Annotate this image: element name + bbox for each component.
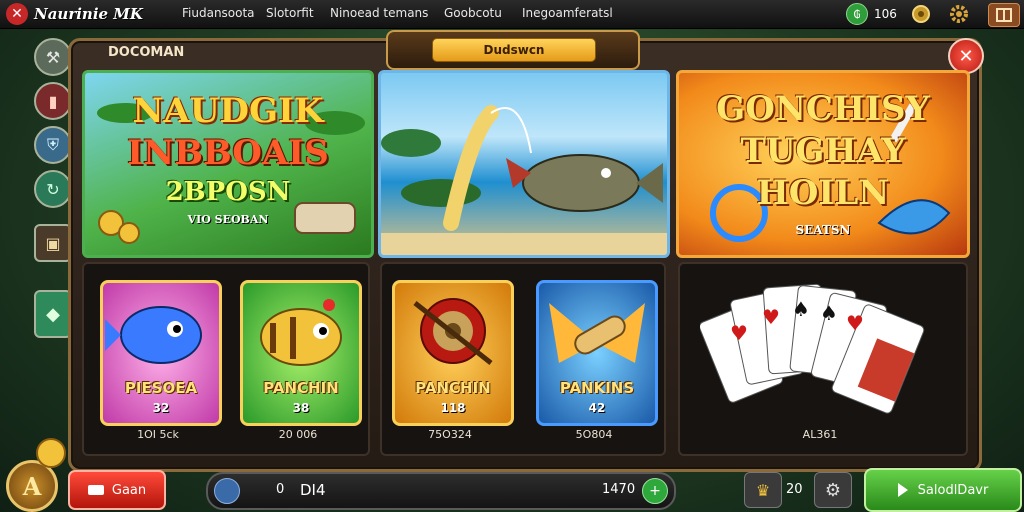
coin-icon: ₲ <box>846 3 868 25</box>
svg-text:♠: ♠ <box>792 297 810 321</box>
coin-balance[interactable]: ₲ 106 <box>846 3 897 25</box>
blue-fish-icon <box>105 306 202 364</box>
status-right-number: 1470 <box>602 482 636 497</box>
avatar-letter-icon: A <box>22 471 42 501</box>
playing-cards-illustration[interactable]: ♥ ♥ ♠ ♠ ♥ <box>700 280 950 420</box>
featured-tag: VIO SEOBAN <box>187 213 269 226</box>
bonus-icon: ◆ <box>46 303 60 325</box>
tile-number: 42 <box>588 401 606 415</box>
featured-title-line-2: INBBOAIS <box>127 133 329 173</box>
tile-caption: 20 006 <box>278 428 318 441</box>
logo-text: Naurinie MK <box>34 5 143 23</box>
target-icon <box>413 298 493 365</box>
tile-caption: 1OI 5ck <box>137 428 179 441</box>
play-button[interactable]: SalodlDavr <box>864 468 1022 512</box>
featured-tag: SEATSN <box>795 223 851 237</box>
featured-title-line-1: GONCHISY <box>716 89 930 129</box>
game-tile-2[interactable]: PANCHIN 38 <box>240 280 362 426</box>
nav-link-4[interactable]: Goobcotu <box>444 6 502 20</box>
app-logo[interactable]: ✕ Naurinie MK <box>6 3 143 25</box>
panel-banner: Dudswcn <box>386 30 640 70</box>
tile-number: 32 <box>152 401 170 415</box>
tile-caption: 5O804 <box>575 428 613 441</box>
sidebar-chest-button[interactable]: ▣ <box>34 224 72 262</box>
game-tile-1[interactable]: PIESOEA 32 <box>100 280 222 426</box>
game-tile-4[interactable]: PANKINS 42 <box>536 280 658 426</box>
game-tile-3[interactable]: PANCHIN 118 <box>392 280 514 426</box>
wrench-icon: ⚒ <box>45 47 61 67</box>
svg-text:♥: ♥ <box>846 311 864 335</box>
featured-game-3[interactable]: GONCHISY TUGHAY HOILN SEATSN <box>676 70 970 258</box>
tile-caption: 75O324 <box>428 428 472 441</box>
featured-title-line-2: TUGHAY <box>740 131 906 171</box>
featured-game-1[interactable]: NAUDGIK INBBOAIS 2BPOSN VIO SEOBAN <box>82 70 374 258</box>
svg-text:♥: ♥ <box>762 305 780 329</box>
bullet-icon <box>549 303 645 363</box>
featured-title-line-1: NAUDGIK <box>132 91 324 131</box>
tile-number: 38 <box>292 401 310 415</box>
tile-number: 118 <box>440 401 466 415</box>
top-bar: ✕ Naurinie MK Fiudansoota Slotorfit Nino… <box>0 0 1024 29</box>
sidebar-card-button[interactable]: ▮ <box>34 82 72 120</box>
sidebar-refresh-button[interactable]: ↻ <box>34 170 72 208</box>
trophy-button[interactable]: ♛ <box>744 472 782 508</box>
tile-name: PANCHIN <box>415 379 491 397</box>
gold-coin-icon <box>36 438 66 468</box>
sidebar-bonus-button[interactable]: ◆ <box>34 290 72 338</box>
gear-icon[interactable] <box>948 3 970 25</box>
settings-gear-icon: ⚙ <box>824 479 842 501</box>
medal-icon[interactable] <box>910 3 932 25</box>
chest-icon: ▣ <box>45 233 61 253</box>
trophy-count: 20 <box>786 482 803 497</box>
nav-link-3[interactable]: Ninoead temans <box>330 6 428 20</box>
featured-subtitle: 2BPOSN <box>165 177 291 207</box>
refresh-icon: ↻ <box>46 179 60 199</box>
featured-title-line-3: HOILN <box>756 173 890 213</box>
play-icon <box>897 483 908 497</box>
status-bar: 0 DI4 1470 + <box>206 472 676 510</box>
menu-icon[interactable] <box>988 3 1020 27</box>
close-button[interactable]: ✕ <box>948 38 984 74</box>
status-left-number: 0 <box>276 482 285 497</box>
fishing-scene-illustration <box>381 105 667 255</box>
play-button-label: SalodlDavr <box>917 482 989 498</box>
nav-link-2[interactable]: Slotorfit <box>266 6 314 20</box>
trophy-icon: ♛ <box>755 480 771 500</box>
tile-name: PANKINS <box>559 379 635 397</box>
sidebar-shield-button[interactable]: ⛨ <box>34 126 72 164</box>
yellow-fish-icon <box>260 299 342 366</box>
globe-icon[interactable] <box>214 478 240 504</box>
svg-text:♥: ♥ <box>730 321 748 345</box>
card-game-caption: AL361 <box>802 428 838 441</box>
card-icon: ▮ <box>48 91 58 111</box>
status-label: DI4 <box>300 481 326 499</box>
add-icon[interactable]: + <box>642 478 668 504</box>
banner-label: Dudswcn <box>432 38 596 62</box>
back-button[interactable]: Gaan <box>68 470 166 510</box>
close-icon: ✕ <box>958 45 974 67</box>
settings-button[interactable]: ⚙ <box>814 472 852 508</box>
coin-value: 106 <box>874 7 897 21</box>
shield-icon: ⛨ <box>46 135 59 154</box>
tile-name: PIESOEA <box>124 379 198 397</box>
logo-icon: ✕ <box>6 3 28 25</box>
nav-link-5[interactable]: Inegoamferatsl <box>522 6 613 20</box>
tile-name: PANCHIN <box>263 379 339 397</box>
svg-text:♠: ♠ <box>820 301 838 325</box>
sidebar-tool-button[interactable]: ⚒ <box>34 38 72 76</box>
back-button-label: Gaan <box>111 482 147 498</box>
back-arrow-icon <box>87 485 104 495</box>
panel-title: DOCOMAN <box>108 45 185 60</box>
featured-game-2[interactable] <box>378 70 670 258</box>
nav-link-1[interactable]: Fiudansoota <box>182 6 255 20</box>
